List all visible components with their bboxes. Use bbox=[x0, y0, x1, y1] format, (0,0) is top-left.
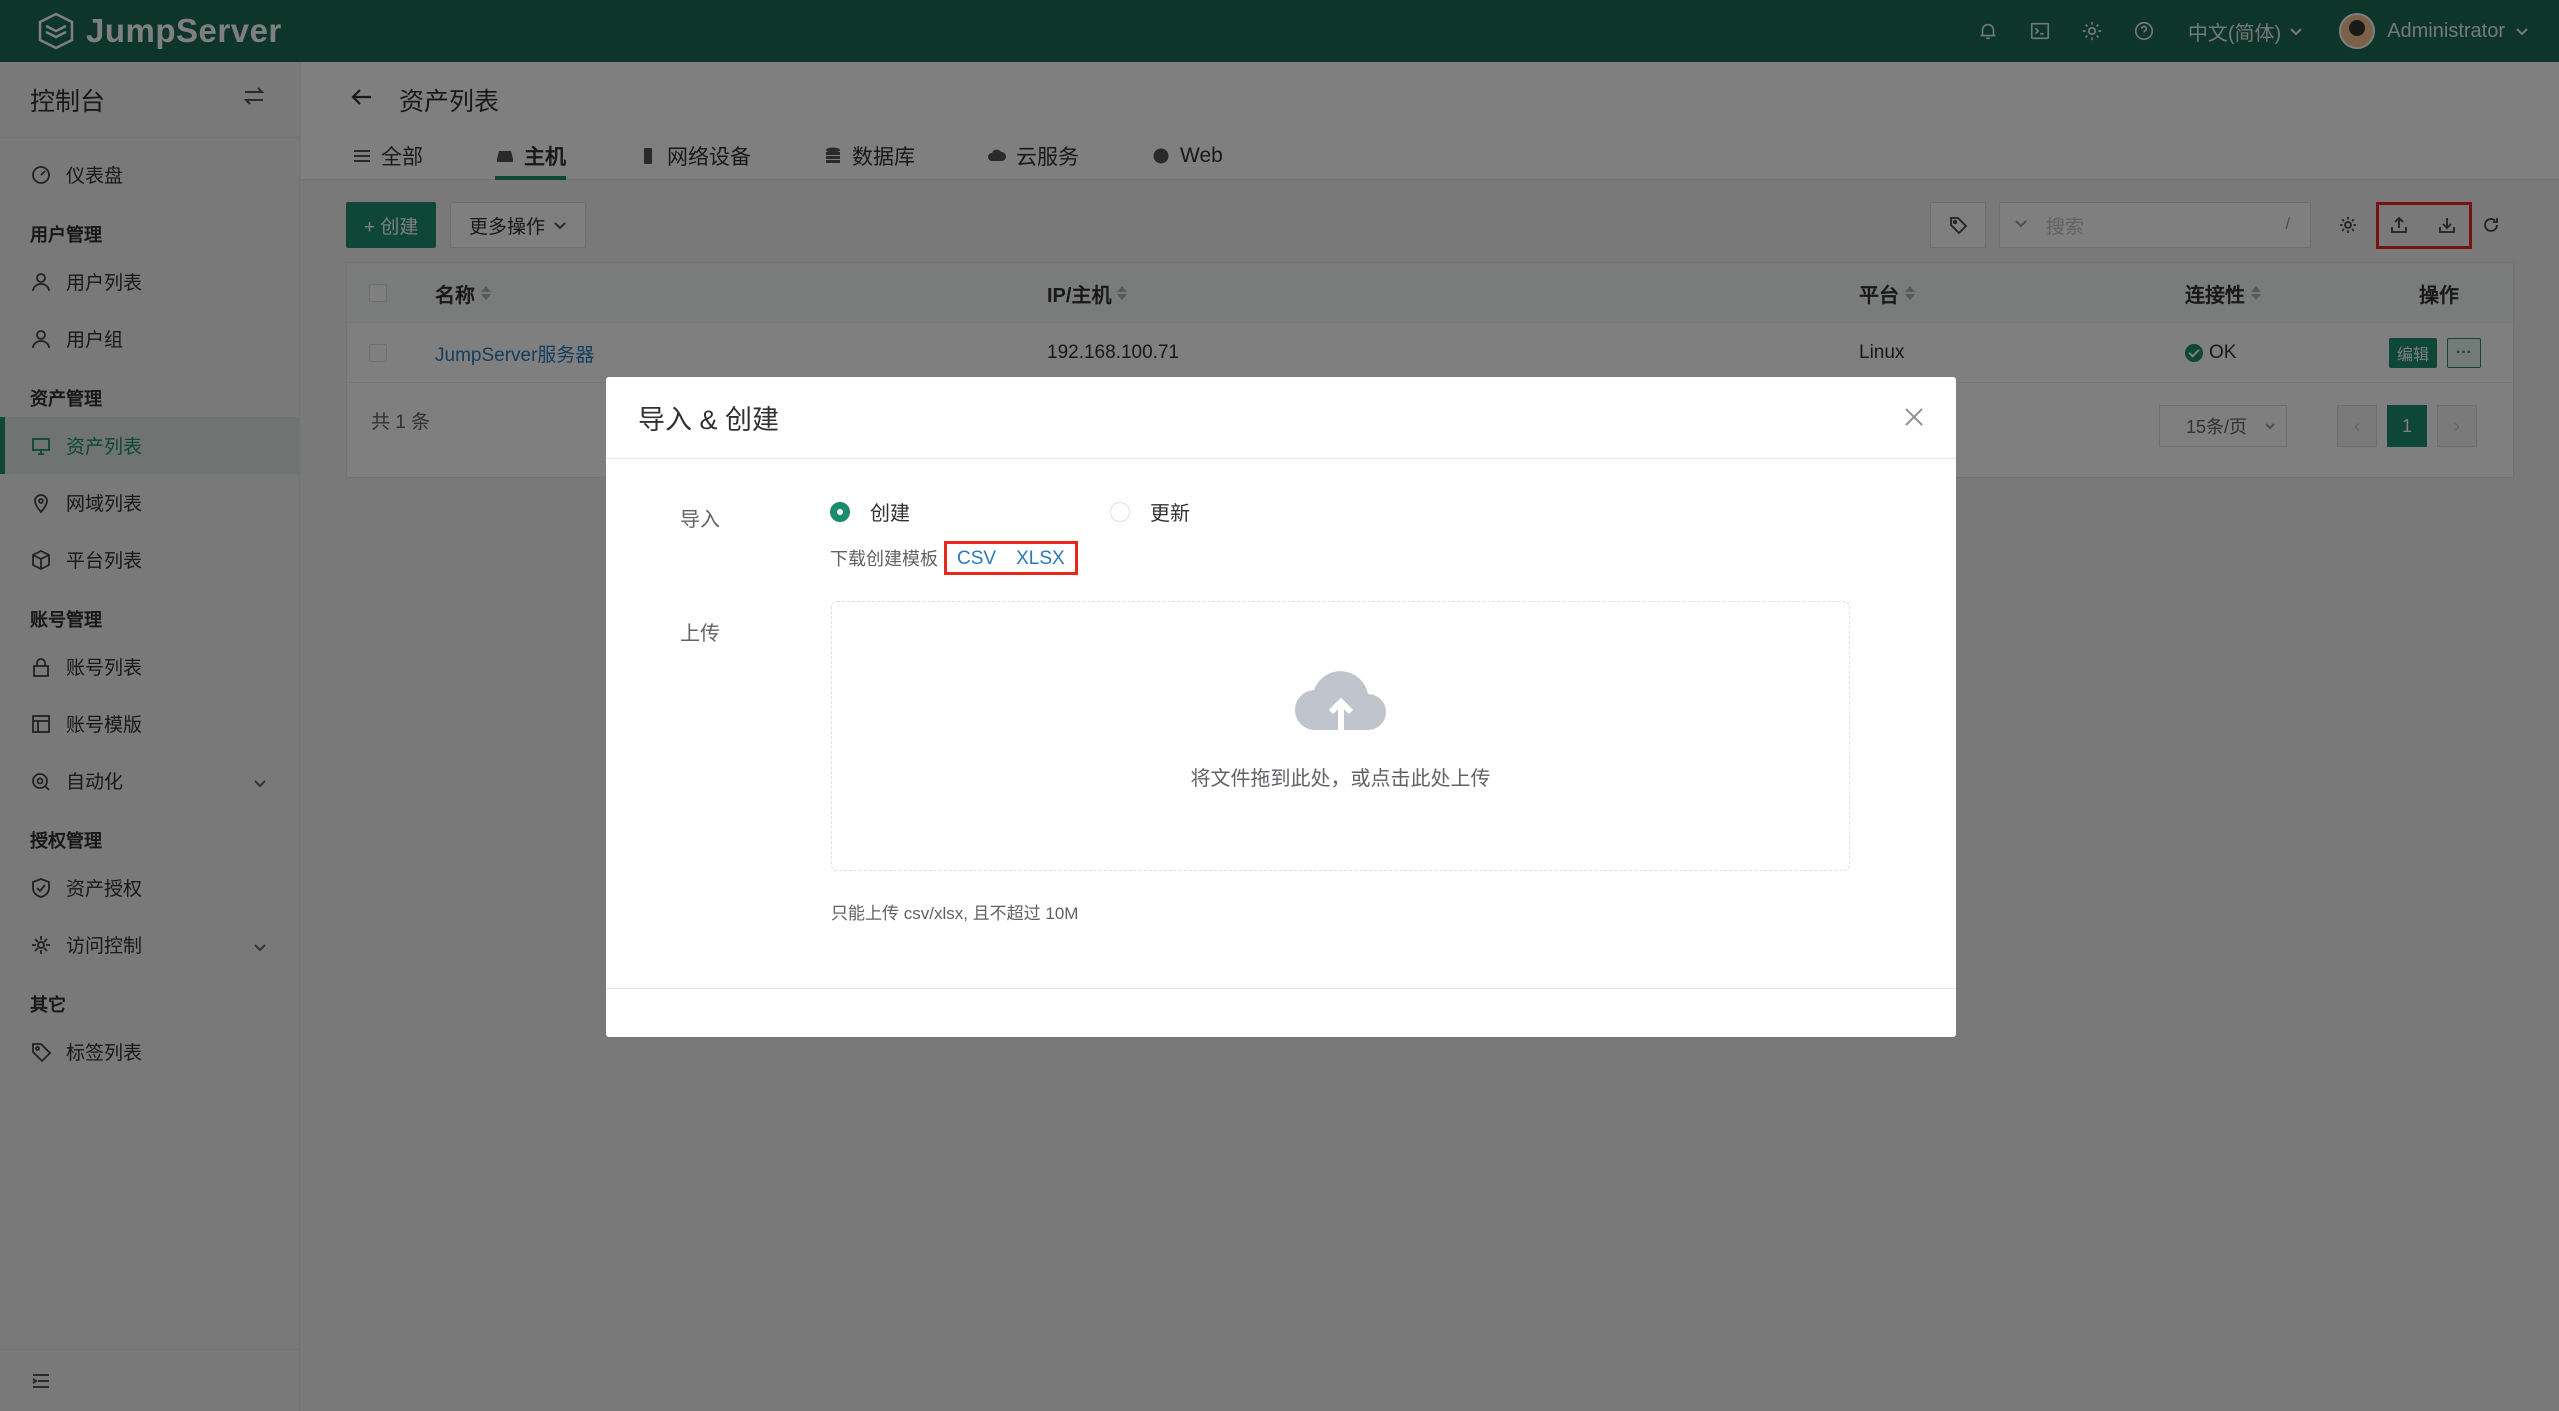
import-mode-radio-group: 创建 更新 bbox=[830, 497, 1190, 526]
radio-update-label[interactable]: 更新 bbox=[1150, 497, 1190, 526]
radio-create[interactable] bbox=[830, 501, 850, 522]
upload-label: 上传 bbox=[680, 623, 720, 645]
upload-tip: 只能上传 csv/xlsx, 且不超过 10M bbox=[831, 904, 1079, 923]
close-icon bbox=[1905, 408, 1923, 426]
csv-template-link[interactable]: CSV bbox=[957, 548, 996, 570]
close-button[interactable] bbox=[1902, 405, 1926, 429]
import-label: 导入 bbox=[680, 509, 720, 531]
xlsx-template-link[interactable]: XLSX bbox=[1016, 548, 1065, 570]
dropzone-text: 将文件拖到此处，或点击此处上传 bbox=[1190, 768, 1491, 790]
import-create-dialog: 导入 & 创建 导入 创建 更新 下载创建模板 CSV XLSX 上传 将文件拖… bbox=[606, 377, 1956, 1037]
template-download-row: 下载创建模板 CSV XLSX bbox=[830, 541, 1078, 575]
radio-create-label[interactable]: 创建 bbox=[870, 497, 910, 526]
dialog-title: 导入 & 创建 bbox=[606, 377, 1956, 459]
file-upload-dropzone[interactable]: 将文件拖到此处，或点击此处上传 bbox=[831, 601, 1850, 871]
cloud-upload-icon bbox=[1294, 671, 1386, 731]
template-links-highlight: CSV XLSX bbox=[944, 541, 1078, 575]
radio-update[interactable] bbox=[1110, 501, 1130, 522]
template-label: 下载创建模板 bbox=[830, 549, 938, 569]
dialog-footer-divider bbox=[606, 988, 1956, 989]
